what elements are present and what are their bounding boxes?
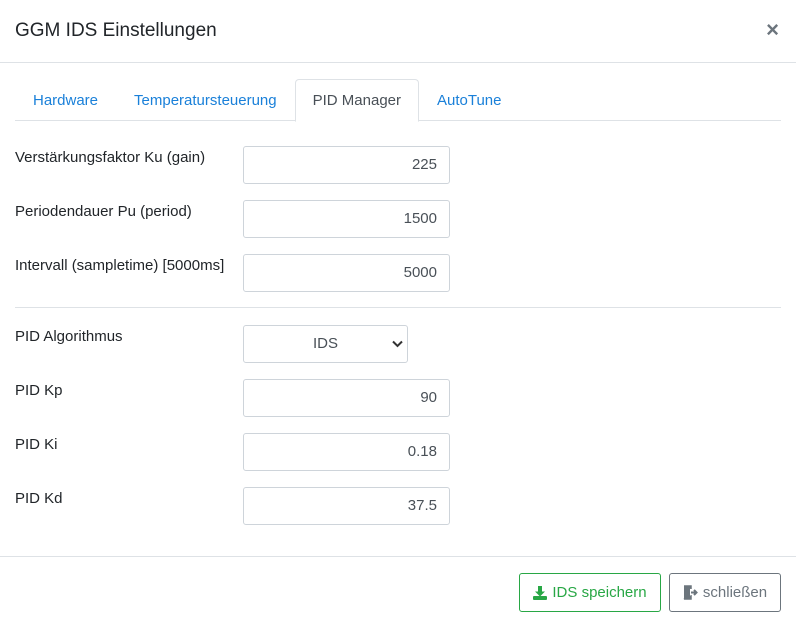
tab-hardware[interactable]: Hardware bbox=[15, 79, 116, 121]
pu-label: Periodendauer Pu (period) bbox=[15, 203, 192, 220]
modal-footer: IDS speichern schließen bbox=[0, 556, 796, 625]
modal-header: GGM IDS Einstellungen bbox=[0, 0, 796, 63]
kd-label: PID Kd bbox=[15, 490, 63, 507]
close-icon[interactable]: × bbox=[766, 19, 779, 41]
chevron-down-icon bbox=[391, 327, 403, 361]
kd-input[interactable]: 37.5 bbox=[243, 487, 450, 525]
kp-label: PID Kp bbox=[15, 382, 63, 399]
ki-input[interactable]: 0.18 bbox=[243, 433, 450, 471]
download-icon bbox=[533, 585, 548, 600]
algorithm-select[interactable]: IDS bbox=[243, 325, 408, 363]
interval-label: Intervall (sampletime) [5000ms] bbox=[15, 257, 225, 274]
interval-input[interactable]: 5000 bbox=[243, 254, 450, 292]
section-divider bbox=[15, 307, 781, 308]
close-label: schließen bbox=[702, 584, 768, 601]
kp-input[interactable]: 90 bbox=[243, 379, 450, 417]
settings-modal: GGM IDS Einstellungen × Hardware Tempera… bbox=[0, 0, 796, 625]
ku-input[interactable]: 225 bbox=[243, 146, 450, 184]
tab-autotune[interactable]: AutoTune bbox=[419, 79, 520, 121]
save-label: IDS speichern bbox=[552, 584, 647, 601]
algorithm-label: PID Algorithmus bbox=[15, 328, 123, 345]
ki-label: PID Ki bbox=[15, 436, 58, 453]
save-button[interactable]: IDS speichern bbox=[519, 573, 661, 612]
pu-input[interactable]: 1500 bbox=[243, 200, 450, 238]
close-button[interactable]: schließen bbox=[669, 573, 781, 612]
sign-out-icon bbox=[683, 585, 698, 600]
tab-pid-manager[interactable]: PID Manager bbox=[294, 79, 419, 122]
tab-temperatursteuerung[interactable]: Temperatursteuerung bbox=[116, 79, 295, 121]
modal-title: GGM IDS Einstellungen bbox=[15, 20, 217, 41]
tab-bar: Hardware Temperatursteuerung PID Manager… bbox=[15, 79, 781, 122]
algorithm-value: IDS bbox=[312, 335, 338, 352]
ku-label: Verstärkungsfaktor Ku (gain) bbox=[15, 149, 206, 166]
